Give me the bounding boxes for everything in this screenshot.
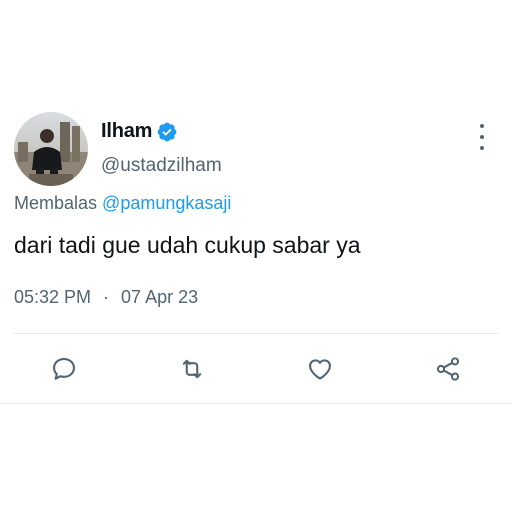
verified-badge-icon [156,121,178,143]
meta-separator: · [103,287,110,307]
tweet-time[interactable]: 05:32 PM [14,287,91,308]
name-row: Ilham [101,120,178,143]
share-icon [436,357,460,381]
tweet-meta: 05:32 PM · 07 Apr 23 [14,287,198,308]
reply-prefix: Membalas [14,193,98,213]
retweet-icon [182,359,202,379]
bottom-divider [0,403,512,404]
action-bar [0,352,512,386]
tweet-card: Ilham @ustadzilham Membalas @pamungkasaj… [0,0,512,512]
comment-icon [53,358,75,380]
heart-icon [309,359,331,380]
avatar[interactable] [14,112,88,186]
reply-button[interactable] [47,352,81,386]
display-name[interactable]: Ilham [101,120,152,143]
divider [14,333,498,334]
tweet-text: dari tadi gue udah cukup sabar ya [14,232,361,258]
retweet-button[interactable] [175,352,209,386]
user-handle[interactable]: @ustadzilham [101,155,222,177]
more-options-icon[interactable] [472,124,492,150]
like-button[interactable] [303,352,337,386]
reply-mention-link[interactable]: @pamungkasaji [102,193,231,213]
share-button[interactable] [431,352,465,386]
tweet-date[interactable]: 07 Apr 23 [121,287,198,308]
reply-context: Membalas @pamungkasaji [14,193,231,214]
